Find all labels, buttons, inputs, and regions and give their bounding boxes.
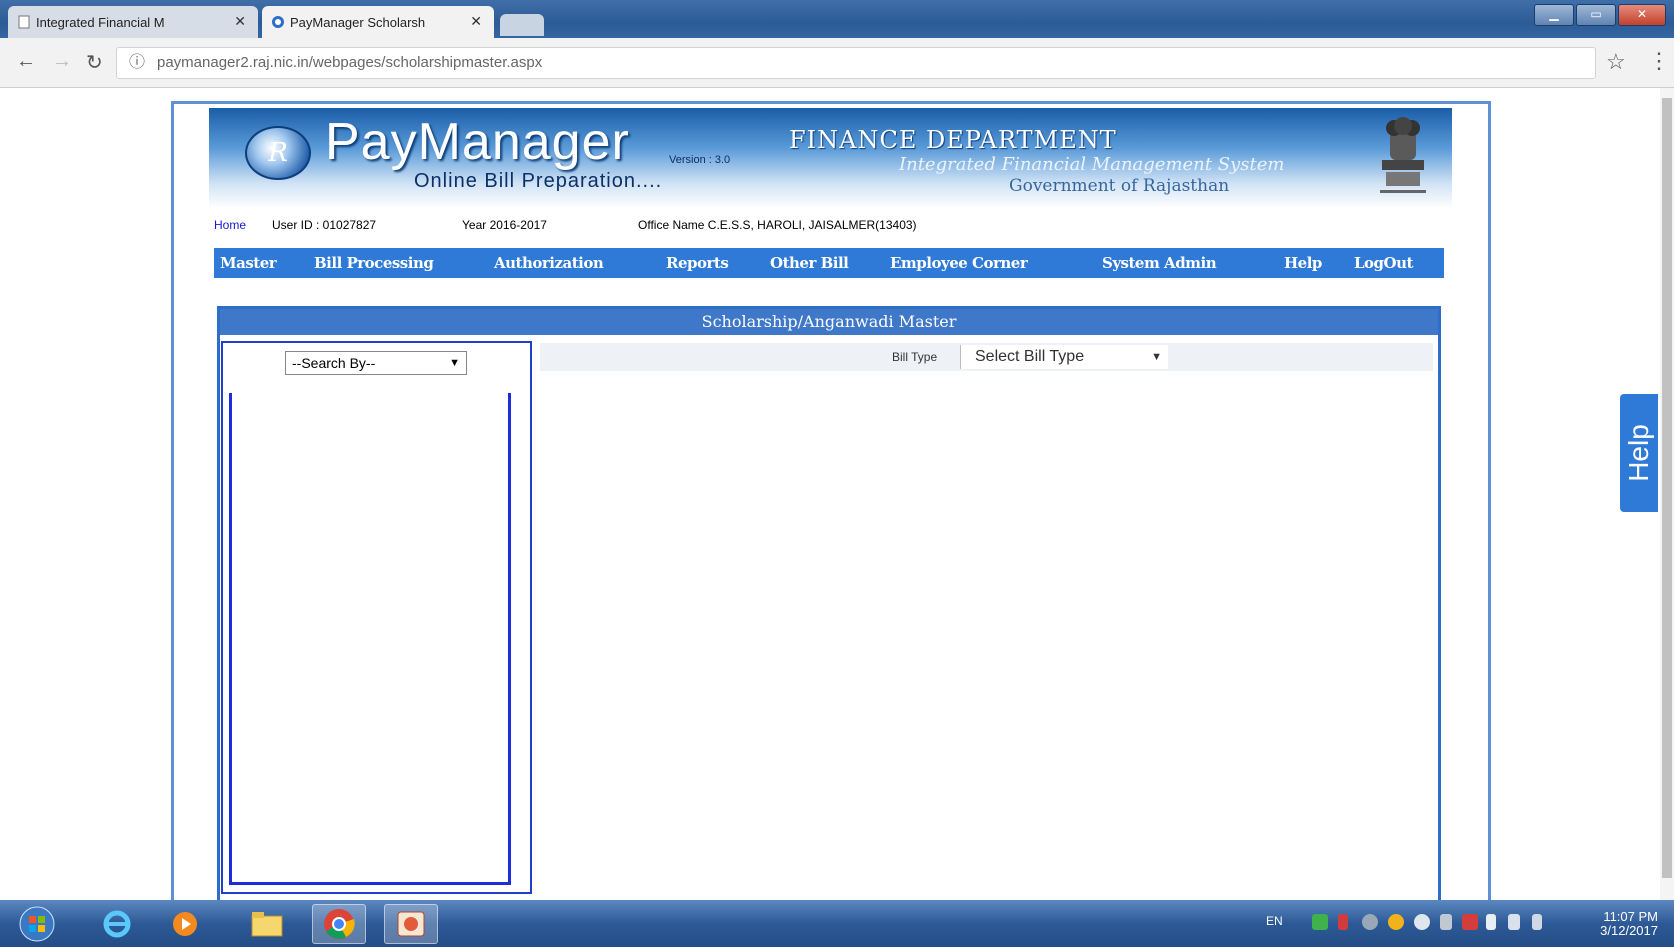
bill-type-bar: Bill Type Select Bill Type ▼ bbox=[540, 343, 1433, 371]
maximize-button[interactable]: ▭ bbox=[1576, 4, 1616, 26]
new-tab-button[interactable] bbox=[500, 14, 544, 36]
taskbar-media-player[interactable] bbox=[158, 904, 212, 944]
nav-other-bill[interactable]: Other Bill bbox=[770, 248, 849, 278]
nav-bill-processing[interactable]: Bill Processing bbox=[314, 248, 434, 278]
department-title: FINANCE DEPARTMENT bbox=[789, 126, 1117, 154]
state-emblem-icon bbox=[1380, 117, 1426, 193]
chrome-icon bbox=[324, 909, 355, 939]
paymanager-logo: R bbox=[245, 126, 311, 180]
nav-master[interactable]: Master bbox=[220, 248, 277, 278]
bill-type-label: Bill Type bbox=[892, 350, 938, 364]
dropdown-arrow-icon: ▼ bbox=[1151, 351, 1162, 363]
search-by-value: --Search By-- bbox=[292, 355, 376, 371]
search-by-select[interactable]: --Search By-- ▼ bbox=[285, 351, 467, 375]
browser-menu-icon[interactable]: ⋮ bbox=[1648, 48, 1670, 74]
browser-toolbar: ← → ↻ ⓘ paymanager2.raj.nic.in/webpages/… bbox=[0, 38, 1674, 88]
user-id: User ID : 01027827 bbox=[272, 218, 377, 232]
tray-app-icon[interactable] bbox=[1362, 914, 1378, 930]
taskbar-paint[interactable] bbox=[384, 904, 438, 944]
help-side-tab[interactable]: Help bbox=[1620, 394, 1658, 512]
clock[interactable]: 11:07 PM 3/12/2017 bbox=[1600, 910, 1658, 938]
tagline: Online Bill Preparation.... bbox=[414, 170, 663, 192]
department-subtitle: Integrated Financial Management System bbox=[899, 154, 1285, 175]
header-banner: R PayManager Version : 3.0 Online Bill P… bbox=[209, 108, 1452, 208]
internet-explorer-icon bbox=[103, 910, 131, 938]
browser-tab-ifms[interactable]: Integrated Financial M ✕ bbox=[8, 6, 258, 38]
windows-taskbar: EN 11:07 PM 3/12/2017 bbox=[0, 900, 1674, 947]
nav-help[interactable]: Help bbox=[1284, 248, 1322, 278]
tray-app-icon[interactable] bbox=[1414, 914, 1430, 930]
address-bar[interactable]: ⓘ paymanager2.raj.nic.in/webpages/schola… bbox=[116, 47, 1596, 79]
scrollbar-thumb[interactable] bbox=[1662, 98, 1672, 878]
bill-type-value: Select Bill Type bbox=[975, 348, 1085, 365]
nav-employee-corner[interactable]: Employee Corner bbox=[890, 248, 1028, 278]
flag-icon[interactable] bbox=[1486, 914, 1496, 930]
results-listbox[interactable] bbox=[229, 393, 511, 885]
search-pane: --Search By-- ▼ bbox=[221, 341, 532, 894]
taskbar-internet-explorer[interactable] bbox=[90, 904, 144, 944]
panel-title: Scholarship/Anganwadi Master bbox=[220, 309, 1438, 335]
taskbar-chrome[interactable] bbox=[312, 904, 366, 944]
media-player-icon bbox=[173, 912, 197, 936]
language-indicator[interactable]: EN bbox=[1266, 914, 1283, 928]
version-label: Version : 3.0 bbox=[669, 154, 731, 166]
back-arrow-icon[interactable]: ← bbox=[16, 50, 36, 73]
paint-icon bbox=[397, 911, 425, 937]
tray-app-icon[interactable] bbox=[1388, 914, 1404, 930]
page-icon bbox=[18, 15, 30, 29]
start-button[interactable] bbox=[10, 904, 64, 944]
home-link[interactable]: Home bbox=[214, 218, 246, 232]
folder-icon bbox=[251, 912, 283, 937]
brand-title: PayManager bbox=[325, 113, 630, 171]
network-icon[interactable] bbox=[1440, 914, 1452, 930]
minimize-button[interactable]: ▁ bbox=[1534, 4, 1574, 26]
info-icon[interactable]: ⓘ bbox=[129, 48, 145, 78]
clock-time: 11:07 PM bbox=[1603, 909, 1658, 924]
nav-reports[interactable]: Reports bbox=[666, 248, 729, 278]
close-icon[interactable]: ✕ bbox=[470, 13, 482, 30]
bill-type-select[interactable]: Select Bill Type ▼ bbox=[960, 345, 1168, 369]
bookmark-star-icon[interactable]: ☆ bbox=[1606, 49, 1626, 75]
office-name: Office Name C.E.S.S, HAROLI, JAISALMER(1… bbox=[638, 218, 917, 232]
window-close-button[interactable]: ✕ bbox=[1618, 4, 1666, 26]
tray-app-icon[interactable] bbox=[1462, 914, 1478, 930]
paymanager-favicon bbox=[272, 16, 284, 28]
system-tray: EN bbox=[1266, 914, 1566, 934]
battery-icon[interactable] bbox=[1508, 914, 1520, 930]
tray-app-icon[interactable] bbox=[1312, 914, 1328, 930]
close-icon[interactable]: ✕ bbox=[234, 13, 246, 30]
dropdown-arrow-icon: ▼ bbox=[449, 357, 460, 369]
url-text: paymanager2.raj.nic.in/webpages/scholars… bbox=[157, 54, 543, 71]
forward-arrow-icon[interactable]: → bbox=[52, 50, 72, 73]
tray-app-icon[interactable] bbox=[1338, 914, 1348, 930]
government-label: Government of Rajasthan bbox=[1009, 176, 1230, 196]
main-navigation: Master Bill Processing Authorization Rep… bbox=[214, 248, 1444, 278]
tab-title: PayManager Scholarsh bbox=[290, 14, 426, 30]
reload-icon[interactable]: ↻ bbox=[86, 50, 103, 75]
taskbar-explorer[interactable] bbox=[240, 904, 294, 944]
browser-tab-paymanager[interactable]: PayManager Scholarsh ✕ bbox=[262, 6, 494, 38]
help-tab-label: Help bbox=[1623, 424, 1654, 482]
nav-authorization[interactable]: Authorization bbox=[494, 248, 604, 278]
volume-icon[interactable] bbox=[1532, 914, 1542, 930]
clock-date: 3/12/2017 bbox=[1600, 923, 1658, 938]
tab-title: Integrated Financial M bbox=[36, 14, 165, 30]
browser-tab-strip: Integrated Financial M ✕ PayManager Scho… bbox=[0, 0, 1674, 38]
nav-system-admin[interactable]: System Admin bbox=[1102, 248, 1217, 278]
financial-year: Year 2016-2017 bbox=[462, 218, 547, 232]
page-scrollbar[interactable] bbox=[1660, 88, 1674, 900]
user-info-bar: Home User ID : 01027827 Year 2016-2017 O… bbox=[214, 218, 1444, 236]
windows-orb-icon bbox=[19, 906, 55, 942]
nav-logout[interactable]: LogOut bbox=[1354, 248, 1413, 278]
